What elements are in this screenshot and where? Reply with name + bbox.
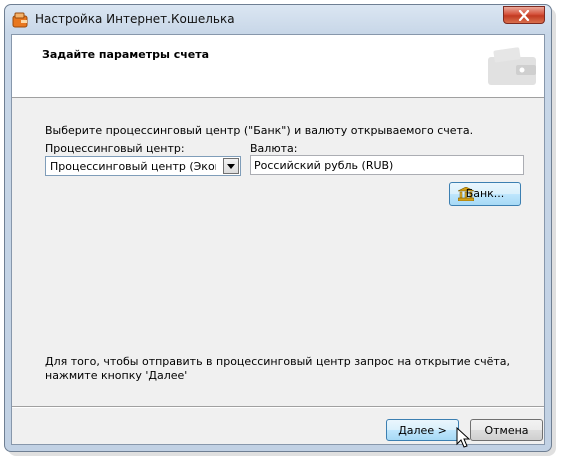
mouse-cursor-icon xyxy=(456,427,470,448)
cancel-button[interactable]: Отмена xyxy=(470,419,543,441)
dropdown-button[interactable] xyxy=(223,158,239,174)
close-icon xyxy=(518,10,530,21)
wallet-app-icon xyxy=(12,12,28,28)
currency-label: Валюта: xyxy=(250,142,298,155)
note-text: Для того, чтобы отправить в процессингов… xyxy=(45,355,510,382)
processing-center-value: Процессинговый центр (Экомб xyxy=(50,160,216,173)
wallet-icon xyxy=(488,47,536,85)
title-bar[interactable]: Настройка Интернет.Кошелька xyxy=(5,5,551,35)
processing-center-label: Процессинговый центр: xyxy=(45,142,185,155)
cancel-button-label: Отмена xyxy=(484,424,529,437)
dialog-client-area: Задайте параметры счета Выберите процесс… xyxy=(11,34,545,448)
currency-field[interactable]: Российский рубль (RUB) xyxy=(250,155,524,175)
next-button-label: Далее > xyxy=(398,424,447,437)
instruction-text: Выберите процессинговый центр ("Банк") и… xyxy=(45,124,474,137)
bank-button[interactable]: Банк... xyxy=(449,182,521,206)
processing-center-select[interactable]: Процессинговый центр (Экомб xyxy=(45,156,241,176)
page-title: Задайте параметры счета xyxy=(42,48,210,61)
dialog-window: Настройка Интернет.Кошелька Задайте пара… xyxy=(4,4,552,452)
window-title: Настройка Интернет.Кошелька xyxy=(35,12,235,26)
wizard-header: Задайте параметры счета xyxy=(12,35,544,98)
bank-button-label: Банк... xyxy=(465,187,505,200)
chevron-down-icon xyxy=(227,164,235,169)
close-button[interactable] xyxy=(503,6,545,24)
currency-value: Российский рубль (RUB) xyxy=(254,159,394,172)
next-button[interactable]: Далее > xyxy=(386,419,459,441)
footer-divider xyxy=(12,406,544,408)
